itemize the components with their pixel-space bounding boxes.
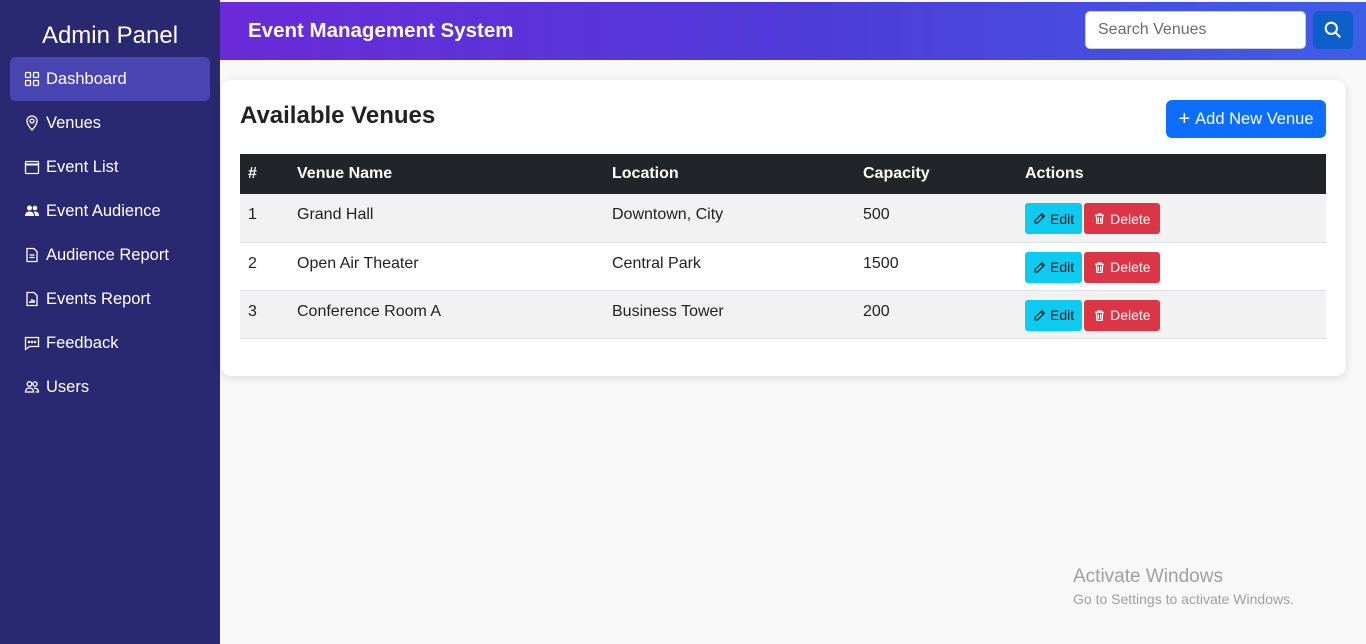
cell-capacity: 500 — [863, 206, 890, 223]
column-header-number: # — [248, 165, 257, 182]
sidebar-item-feedback[interactable]: Feedback — [10, 321, 210, 365]
chat-icon — [24, 335, 40, 351]
sidebar-item-users[interactable]: Users — [10, 365, 210, 409]
table-row: 2 Open Air Theater Central Park 1500 Edi… — [240, 242, 1326, 290]
delete-label: Delete — [1110, 210, 1151, 227]
app-title: Event Management System — [248, 19, 514, 42]
bar-chart-icon — [24, 291, 40, 307]
delete-button[interactable]: Delete — [1084, 251, 1160, 283]
cell-number: 3 — [248, 302, 257, 320]
document-icon — [24, 247, 40, 263]
cell-actions: Edit Delete — [1017, 194, 1326, 242]
map-pin-icon — [24, 115, 40, 131]
sidebar-item-label: Event Audience — [46, 201, 161, 220]
pencil-icon — [1034, 212, 1046, 224]
edit-label: Edit — [1050, 210, 1075, 227]
sidebar-item-audience-report[interactable]: Audience Report — [10, 233, 210, 277]
sidebar-item-label: Events Report — [46, 289, 151, 308]
cell-actions: Edit Delete — [1017, 242, 1326, 290]
table-row: 3 Conference Room A Business Tower 200 E… — [240, 290, 1326, 338]
column-header-actions: Actions — [1025, 165, 1084, 182]
cell-actions: Edit Delete — [1017, 290, 1326, 338]
page-title: Available Venues — [240, 102, 436, 129]
windows-activation-watermark: Activate Windows Go to Settings to activ… — [1073, 566, 1294, 607]
top-header: Event Management System — [220, 2, 1366, 60]
edit-button[interactable]: Edit — [1025, 203, 1083, 234]
sidebar-title: Admin Panel — [41, 22, 179, 49]
column-header-venue-name: Venue Name — [297, 165, 393, 182]
pencil-icon — [1034, 309, 1046, 321]
cell-venue-name: Grand Hall — [297, 206, 374, 223]
cell-location: Business Tower — [612, 302, 724, 320]
search-button[interactable] — [1313, 11, 1353, 49]
sidebar-item-event-audience[interactable]: Event Audience — [10, 189, 210, 233]
trash-icon — [1095, 309, 1105, 321]
users-icon — [24, 379, 40, 395]
sidebar-item-label: Dashboard — [46, 69, 127, 88]
sidebar-item-events-report[interactable]: Events Report — [10, 277, 210, 321]
column-header-capacity: Capacity — [863, 165, 930, 182]
add-venue-button[interactable]: + Add New Venue — [1166, 100, 1326, 138]
grid-icon — [24, 71, 40, 87]
sidebar-item-label: Users — [46, 377, 90, 396]
trash-icon — [1095, 261, 1105, 273]
cell-venue-name: Conference Room A — [297, 302, 442, 320]
sidebar-nav: Dashboard Venues Event List Event Audien… — [0, 57, 220, 409]
table-row: 1 Grand Hall Downtown, City 500 Edit Del… — [240, 194, 1326, 242]
sidebar-item-dashboard[interactable]: Dashboard — [10, 57, 210, 101]
search-icon — [1324, 21, 1342, 39]
cell-capacity: 200 — [863, 302, 890, 320]
delete-label: Delete — [1110, 259, 1151, 275]
people-icon — [24, 203, 40, 219]
edit-label: Edit — [1050, 307, 1075, 323]
table-header-row: # Venue Name Location Capacity Actions — [240, 154, 1326, 194]
cell-venue-name: Open Air Theater — [297, 254, 419, 272]
add-venue-label: Add New Venue — [1195, 109, 1314, 128]
cell-number: 2 — [248, 254, 257, 272]
delete-label: Delete — [1110, 307, 1151, 323]
watermark-title: Activate Windows — [1073, 566, 1223, 587]
delete-button[interactable]: Delete — [1084, 203, 1160, 234]
sidebar-item-label: Event List — [46, 157, 119, 176]
trash-icon — [1095, 213, 1105, 224]
cell-location: Downtown, City — [612, 206, 724, 223]
sidebar-item-label: Feedback — [46, 333, 119, 352]
sidebar-item-venues[interactable]: Venues — [10, 101, 210, 145]
column-header-location: Location — [612, 165, 679, 182]
calendar-icon — [24, 159, 40, 175]
plus-icon: + — [1178, 108, 1191, 130]
sidebar: Admin Panel Dashboard Venues Event List … — [0, 0, 220, 644]
venues-table: # Venue Name Location Capacity Actions 1… — [240, 154, 1326, 339]
delete-button[interactable]: Delete — [1084, 299, 1160, 331]
sidebar-item-event-list[interactable]: Event List — [10, 145, 210, 189]
edit-button[interactable]: Edit — [1025, 251, 1083, 283]
venues-card: Available Venues + Add New Venue # Venue… — [221, 80, 1346, 376]
sidebar-item-label: Audience Report — [46, 245, 169, 264]
search-input[interactable] — [1085, 11, 1306, 49]
edit-label: Edit — [1050, 259, 1075, 275]
pencil-icon — [1034, 261, 1046, 273]
cell-location: Central Park — [612, 254, 701, 272]
watermark-subtitle: Go to Settings to activate Windows. — [1073, 591, 1294, 607]
sidebar-item-label: Venues — [46, 113, 102, 132]
cell-capacity: 1500 — [863, 254, 899, 272]
cell-number: 1 — [248, 206, 257, 223]
edit-button[interactable]: Edit — [1025, 299, 1083, 331]
